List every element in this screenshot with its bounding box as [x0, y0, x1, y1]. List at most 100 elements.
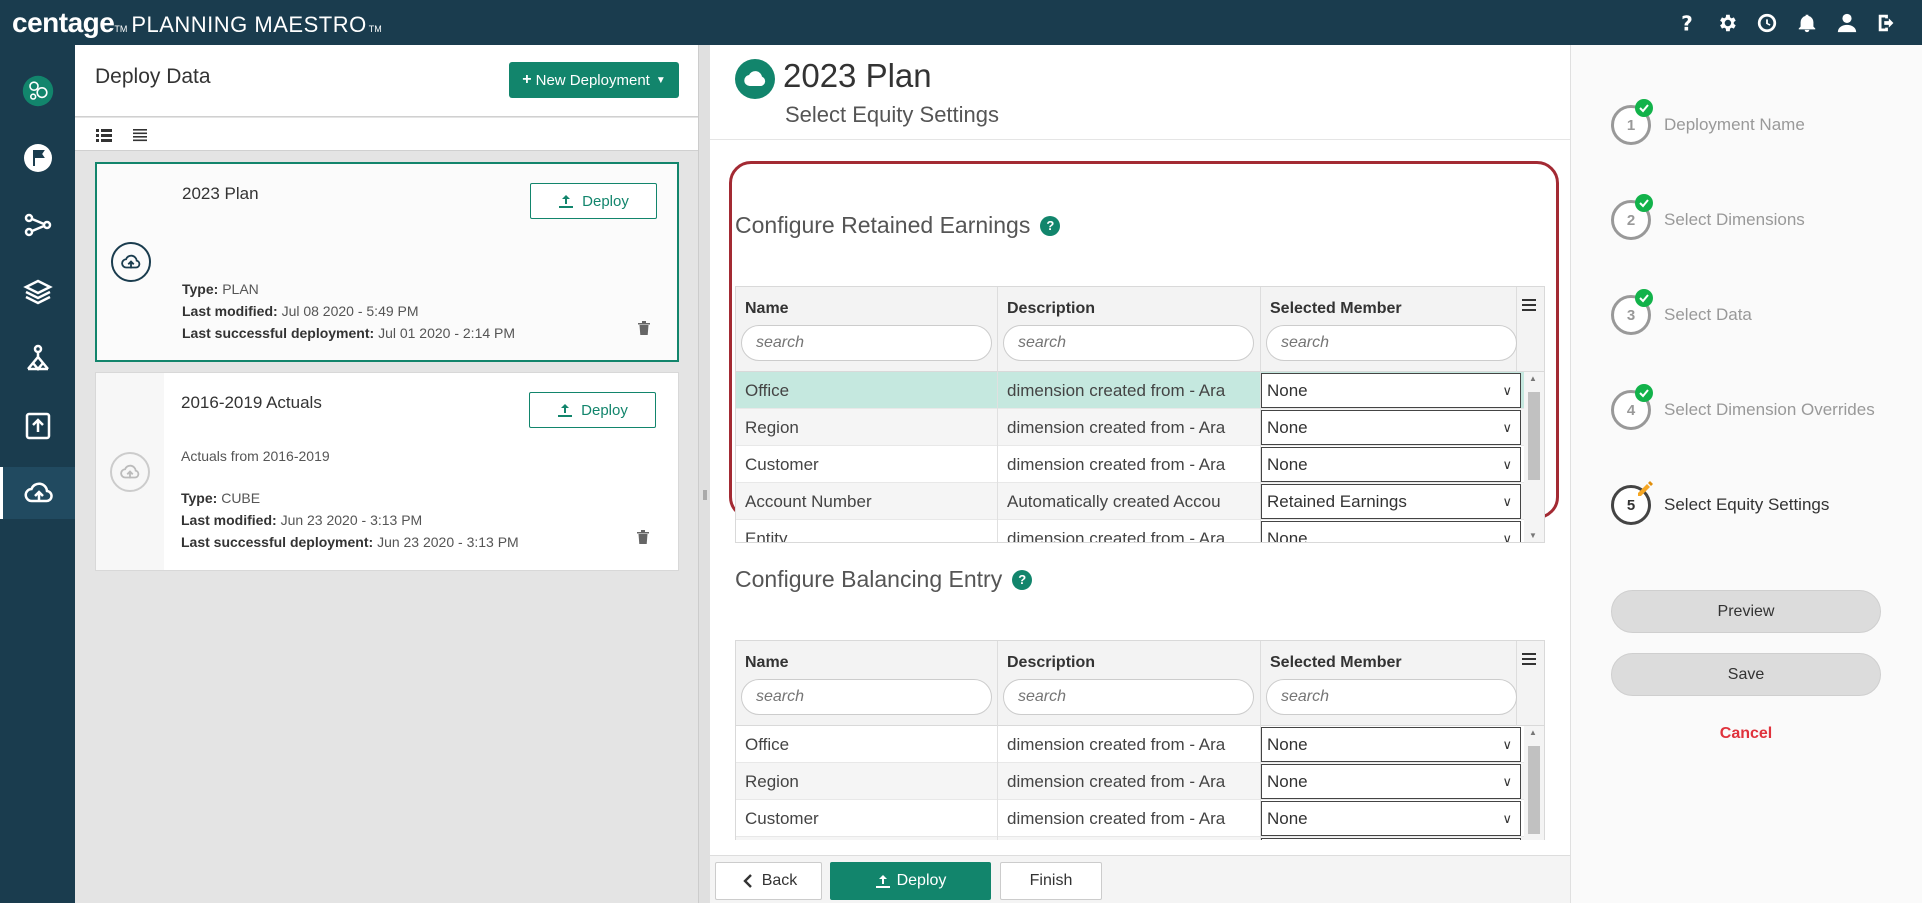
column-label: Description — [1007, 300, 1096, 317]
trash-icon[interactable] — [637, 320, 651, 336]
wizard-step[interactable]: 2 Select Dimensions — [1611, 194, 1911, 240]
card-deploy-button[interactable]: Deploy — [530, 183, 657, 219]
card-icon-area — [96, 373, 164, 570]
menu-icon[interactable] — [1514, 641, 1544, 676]
nav-layers-icon[interactable] — [0, 266, 75, 318]
wizard-step[interactable]: 5 Select Equity Settings — [1611, 481, 1911, 525]
list-title: Deploy Data — [95, 65, 211, 88]
table-row[interactable]: Customer dimension created from - Ara None… — [736, 800, 1526, 837]
selected-member-dropdown[interactable]: None ∨ — [1261, 801, 1521, 836]
card-deploy-button[interactable]: Deploy — [529, 392, 656, 428]
selected-member-dropdown[interactable]: None ∨ — [1261, 447, 1521, 482]
scroll-up-icon[interactable]: ▲ — [1529, 728, 1537, 737]
new-deployment-label: New Deployment — [535, 71, 650, 89]
column-header[interactable]: Description — [998, 287, 1261, 372]
clock-icon[interactable] — [1756, 12, 1778, 34]
trash-icon[interactable] — [636, 529, 650, 545]
column-search-input[interactable] — [741, 325, 992, 361]
column-search-input[interactable] — [1003, 679, 1254, 715]
scroll-up-icon[interactable]: ▲ — [1529, 374, 1537, 383]
gear-icon[interactable] — [1716, 12, 1738, 34]
table-row[interactable]: Office dimension created from - Ara None ∨ — [736, 726, 1526, 763]
column-header[interactable]: Selected Member — [1261, 287, 1517, 372]
nav-connections-icon[interactable] — [0, 199, 75, 251]
scroll-down-icon[interactable]: ▼ — [1529, 531, 1537, 540]
panel-splitter[interactable] — [698, 45, 710, 903]
selected-member-dropdown[interactable]: None ∨ — [1261, 764, 1521, 799]
row-name: Customer — [736, 800, 998, 837]
column-header[interactable]: Description — [998, 641, 1261, 726]
bell-icon[interactable] — [1796, 12, 1818, 34]
view-toggle — [75, 118, 698, 151]
column-header[interactable]: Name — [736, 641, 998, 726]
nav-upload-icon[interactable] — [0, 400, 75, 452]
card-icon-area — [97, 164, 165, 360]
brand-logo[interactable]: centage TM PLANNING MAESTRO TM — [0, 7, 386, 39]
cancel-link[interactable]: Cancel — [1611, 725, 1881, 743]
help-icon[interactable]: ? — [1040, 215, 1061, 236]
wizard-step[interactable]: 1 Deployment Name — [1611, 99, 1911, 145]
deploy-icon — [875, 875, 890, 888]
chevron-down-icon: ∨ — [1502, 737, 1512, 752]
card-view-icon[interactable] — [95, 126, 113, 144]
table-row[interactable]: Entity dimension created from - Ara None ∨ — [736, 520, 1526, 542]
deployment-card[interactable]: 2023 Plan Deploy Type: PLAN Last modifie… — [95, 162, 679, 362]
row-description: Automatically created Accou — [998, 837, 1261, 840]
deployment-card[interactable]: 2016-2019 Actuals Deploy Actuals from 20… — [95, 372, 679, 571]
grid-scrollbar[interactable]: ▲▼ — [1524, 372, 1544, 542]
row-description: dimension created from - Ara — [998, 763, 1261, 800]
help-icon[interactable]: ? — [1676, 12, 1698, 34]
user-icon[interactable] — [1836, 12, 1858, 34]
column-search-input[interactable] — [1266, 325, 1517, 361]
finish-button[interactable]: Finish — [1000, 862, 1102, 900]
column-search-input[interactable] — [741, 679, 992, 715]
selected-member-dropdown[interactable]: None ∨ — [1261, 410, 1521, 445]
selected-member-dropdown[interactable]: None ∨ — [1261, 727, 1521, 762]
nav-model-icon[interactable] — [0, 333, 75, 385]
finish-label: Finish — [1029, 872, 1073, 889]
table-row[interactable]: Customer dimension created from - Ara None… — [736, 446, 1526, 483]
help-icon[interactable]: ? — [1012, 569, 1033, 590]
menu-icon[interactable] — [1514, 287, 1544, 322]
save-button[interactable]: Save — [1611, 653, 1881, 696]
wizard-step[interactable]: 3 Select Data — [1611, 289, 1911, 335]
chevron-down-icon: ∨ — [1502, 420, 1512, 435]
row-name: Region — [736, 763, 998, 800]
grid-body[interactable]: Office dimension created from - Ara None ∨ R… — [736, 372, 1544, 542]
deploy-icon — [559, 195, 574, 208]
nav-logo-icon[interactable] — [0, 65, 75, 117]
chevron-down-icon: ∨ — [1502, 457, 1512, 472]
table-row[interactable]: Account NumberAutomatically created Acco… — [736, 483, 1526, 520]
settings-scroll-area[interactable]: Configure Retained Earnings ? Name Descri… — [710, 140, 1570, 840]
list-view-icon[interactable] — [131, 126, 149, 144]
table-row[interactable]: Region dimension created from - Ara None ∨ — [736, 409, 1526, 446]
scrollbar-thumb[interactable] — [1528, 392, 1540, 480]
nav-flag-icon[interactable] — [0, 132, 75, 184]
selected-member-dropdown[interactable]: None ∨ — [1261, 373, 1521, 408]
column-label: Selected Member — [1270, 300, 1402, 317]
card-modified: Last modified: Jun 23 2020 - 3:13 PM — [181, 512, 423, 528]
splitter-handle[interactable] — [703, 490, 707, 500]
column-search-input[interactable] — [1003, 325, 1254, 361]
back-button[interactable]: Back — [715, 862, 822, 900]
deploy-button[interactable]: Deploy — [830, 862, 991, 900]
top-icon-bar: ? — [1676, 0, 1898, 45]
column-header[interactable]: Selected Member — [1261, 641, 1517, 726]
logout-icon[interactable] — [1876, 12, 1898, 34]
column-search-input[interactable] — [1266, 679, 1517, 715]
selected-member-dropdown[interactable]: None ∨ — [1261, 521, 1521, 542]
selected-member-dropdown[interactable]: Retained Earnings ∨ — [1261, 484, 1521, 519]
grid-scrollbar[interactable]: ▲▼ — [1524, 726, 1544, 840]
retained-earnings-title: Configure Retained Earnings ? — [735, 212, 1061, 239]
table-row[interactable]: Account NumberAutomatically created Acco… — [736, 837, 1526, 840]
selected-member-dropdown[interactable]: Undesignated (Balance Entry)∨ — [1261, 838, 1521, 840]
nav-cloud-upload-icon[interactable] — [0, 467, 75, 519]
table-row[interactable]: Region dimension created from - Ara None ∨ — [736, 763, 1526, 800]
grid-body[interactable]: Office dimension created from - Ara None ∨ R… — [736, 726, 1544, 840]
column-header[interactable]: Name — [736, 287, 998, 372]
wizard-step[interactable]: 4 Select Dimension Overrides — [1611, 384, 1911, 430]
preview-button[interactable]: Preview — [1611, 590, 1881, 633]
scrollbar-thumb[interactable] — [1528, 746, 1540, 834]
table-row[interactable]: Office dimension created from - Ara None ∨ — [736, 372, 1526, 409]
new-deployment-button[interactable]: + New Deployment ▼ — [509, 62, 679, 98]
